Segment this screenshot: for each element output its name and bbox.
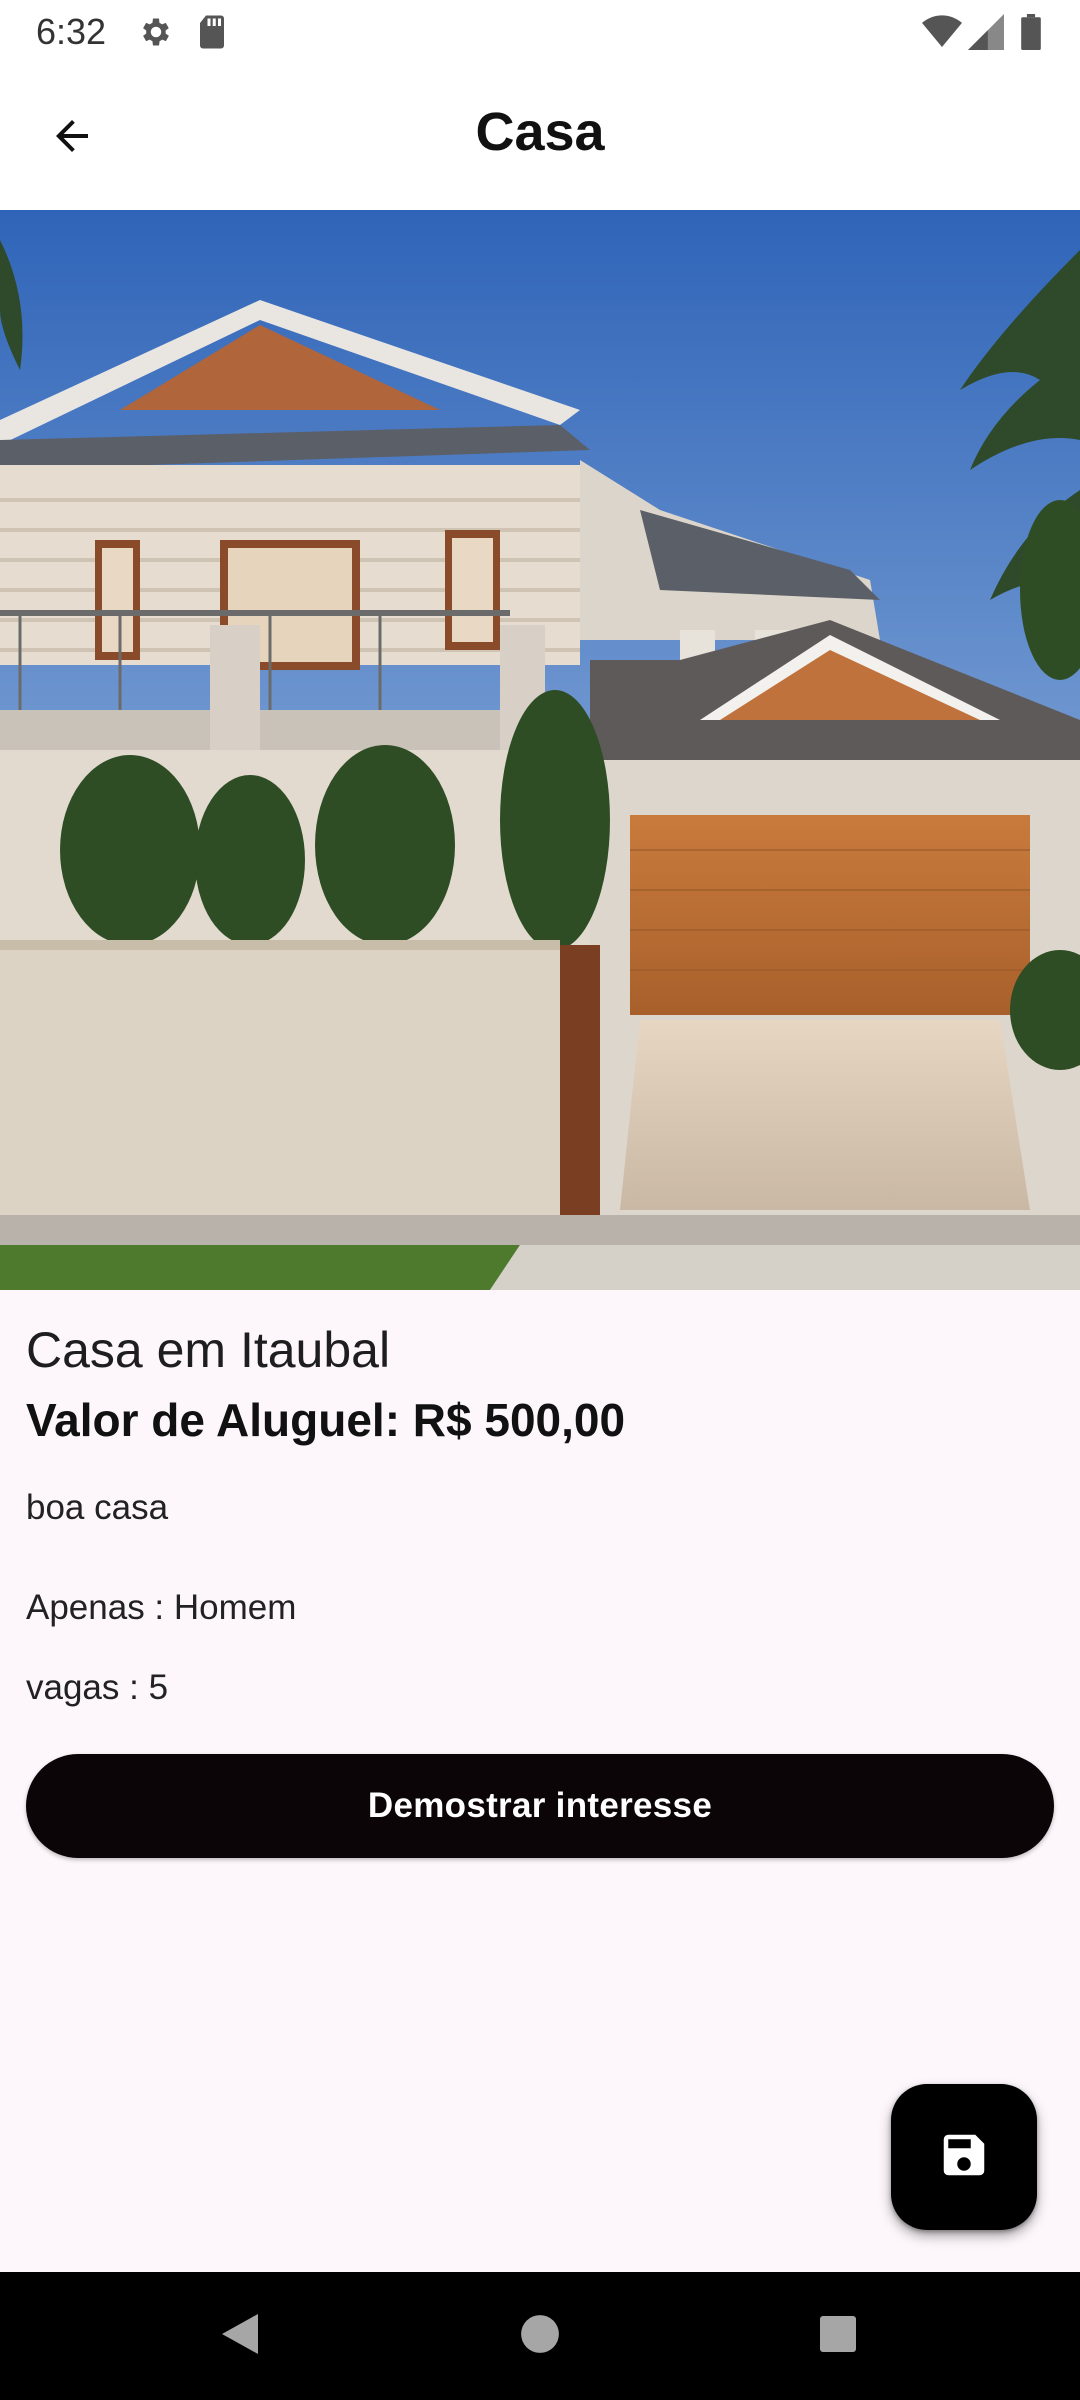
gear-icon bbox=[138, 14, 174, 55]
wifi-icon bbox=[922, 14, 962, 55]
nav-home-button[interactable] bbox=[510, 2306, 570, 2366]
signal-icon bbox=[968, 14, 1004, 55]
app-bar: Casa bbox=[0, 64, 1080, 210]
show-interest-button[interactable]: Demostrar interesse bbox=[26, 1754, 1054, 1858]
rent-price: Valor de Aluguel: R$ 500,00 bbox=[26, 1394, 626, 1446]
system-nav-bar bbox=[0, 2272, 1080, 2400]
battery-icon bbox=[1020, 14, 1042, 55]
home-circle-icon bbox=[519, 2313, 561, 2360]
listing-description: boa casa bbox=[26, 1488, 169, 1527]
status-bar: 6:32 bbox=[0, 0, 1080, 64]
page-title: Casa bbox=[475, 102, 605, 162]
status-time: 6:32 bbox=[36, 11, 107, 52]
nav-back-button[interactable] bbox=[210, 2306, 270, 2366]
property-photo bbox=[0, 210, 1080, 1290]
back-triangle-icon bbox=[218, 2310, 262, 2363]
recents-square-icon bbox=[818, 2314, 858, 2359]
gender-restriction: Apenas : Homem bbox=[26, 1588, 297, 1627]
save-icon bbox=[937, 2128, 991, 2187]
vacancies-count: vagas : 5 bbox=[26, 1668, 169, 1707]
nav-recents-button[interactable] bbox=[808, 2306, 868, 2366]
save-fab[interactable] bbox=[891, 2084, 1037, 2230]
listing-title: Casa em Itaubal bbox=[26, 1322, 391, 1378]
sd-card-icon bbox=[196, 14, 228, 55]
